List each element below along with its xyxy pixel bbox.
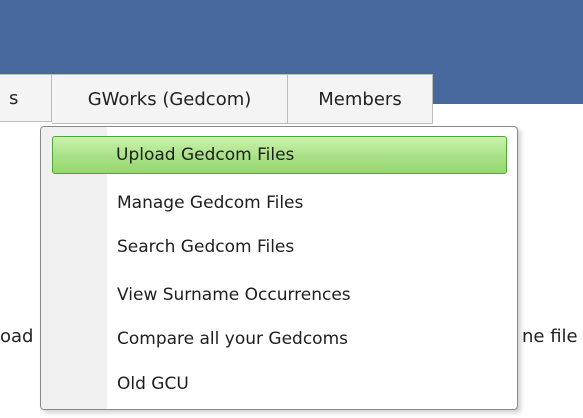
menu-item-label: Manage Gedcom Files: [117, 193, 304, 213]
tab-gworks-gedcom[interactable]: GWorks (Gedcom): [52, 74, 288, 124]
menu-item-search-gedcom-files[interactable]: Search Gedcom Files: [117, 228, 294, 266]
gworks-dropdown-menu: Upload Gedcom Files Manage Gedcom Files …: [40, 126, 518, 410]
tab-members[interactable]: Members: [288, 74, 433, 124]
menu-item-upload-gedcom-files[interactable]: Upload Gedcom Files: [52, 136, 507, 174]
menu-item-label: View Surname Occurrences: [117, 285, 351, 305]
menu-item-label: Search Gedcom Files: [117, 237, 295, 257]
menu-item-label: Old GCU: [117, 374, 189, 394]
tab-previous[interactable]: s: [0, 74, 52, 122]
menu-item-manage-gedcom-files[interactable]: Manage Gedcom Files: [117, 184, 303, 222]
menu-item-view-surname-occurrences[interactable]: View Surname Occurrences: [117, 276, 351, 314]
menu-item-old-gcu[interactable]: Old GCU: [117, 365, 189, 403]
nav-tabbar: s GWorks (Gedcom) Members: [0, 74, 433, 124]
menu-item-label: Upload Gedcom Files: [116, 145, 295, 165]
menu-item-label: Compare all your Gedcoms: [117, 329, 349, 349]
background-text-right: ne file: [522, 326, 578, 347]
menu-item-compare-gedcoms[interactable]: Compare all your Gedcoms: [117, 320, 348, 358]
background-text-left: oad: [0, 326, 34, 347]
